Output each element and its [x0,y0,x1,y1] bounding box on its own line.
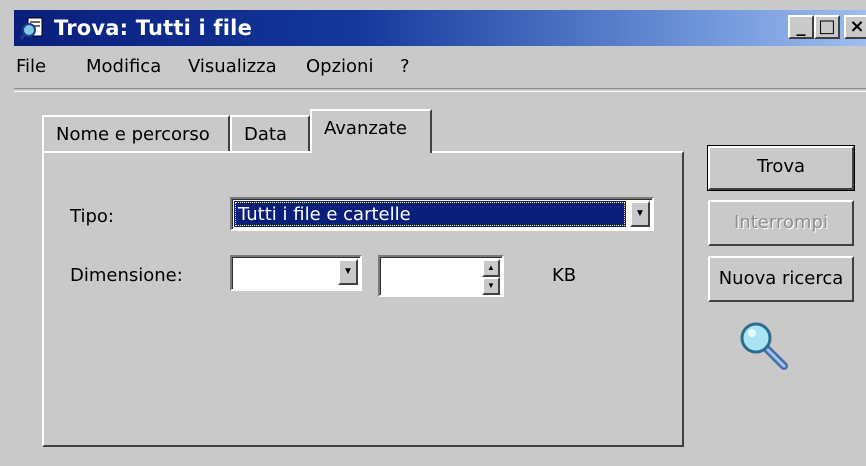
menu-label: Opzioni [306,56,374,77]
close-button[interactable]: × [844,15,866,39]
menu-visualizza[interactable]: Visualizza [188,56,277,77]
menu-file[interactable]: File [16,56,46,77]
menu-label: ? [400,56,410,77]
tipo-select[interactable]: Tutti i file e cartelle ▼ [230,197,654,231]
menu-label: File [16,56,47,77]
tab-avanzate[interactable]: Avanzate [310,109,432,153]
maximize-icon: □ [818,16,836,37]
menu-opzioni[interactable]: Opzioni [306,56,373,77]
tipo-dropdown-button[interactable]: ▼ [630,201,650,227]
menu-label: Modifica [86,56,162,77]
spin-down-button[interactable]: ▼ [482,277,500,295]
interrompi-button[interactable]: Interrompi [708,200,854,246]
dimensione-dropdown-button[interactable]: ▼ [338,259,358,285]
window-title: Trova: Tutti i file [54,16,253,40]
tipo-selected-value: Tutti i file e cartelle [234,201,626,227]
minimize-button[interactable]: _ [788,15,814,39]
spin-up-button[interactable]: ▲ [482,259,500,277]
menu-bar: File Modifica Visualizza Opzioni ? [14,48,866,88]
find-window: Trova: Tutti i file _ □ × File Modifica … [0,0,866,466]
tab-label: Nome e percorso [56,124,210,145]
arrow-up-icon: ▲ [487,263,495,272]
tab-label: Avanzate [324,118,407,139]
trova-button-label: Trova [756,156,806,177]
menu-label: Visualizza [188,56,277,77]
tab-nome-e-percorso[interactable]: Nome e percorso [42,115,230,151]
tab-data[interactable]: Data [230,115,310,151]
chevron-down-icon: ▼ [343,266,353,277]
minimize-icon: _ [796,16,806,37]
dimensione-mode-select[interactable]: ▼ [230,255,362,291]
menu-modifica[interactable]: Modifica [86,56,161,77]
tipo-label: Tipo: [70,206,114,227]
nuova-ricerca-button[interactable]: Nuova ricerca [708,256,854,302]
tab-label: Data [244,124,287,145]
advanced-panel: Tipo: Tutti i file e cartelle ▼ Dimensio… [42,151,684,447]
dimensione-value-input[interactable]: ▲ ▼ [378,255,504,297]
trova-button[interactable]: Trova [707,145,855,191]
find-files-icon [19,15,46,41]
size-unit-label: KB [552,265,577,286]
menu-help[interactable]: ? [400,56,410,77]
interrompi-button-label: Interrompi [734,212,828,233]
menu-divider [14,88,866,92]
close-icon: × [849,16,865,37]
chevron-down-icon: ▼ [635,208,645,219]
title-bar[interactable]: Trova: Tutti i file _ □ × [14,10,866,46]
dimensione-label: Dimensione: [70,265,183,286]
arrow-down-icon: ▼ [487,281,495,290]
nuova-ricerca-button-label: Nuova ricerca [718,268,844,289]
magnifier-icon [738,320,790,372]
maximize-button[interactable]: □ [814,15,840,39]
